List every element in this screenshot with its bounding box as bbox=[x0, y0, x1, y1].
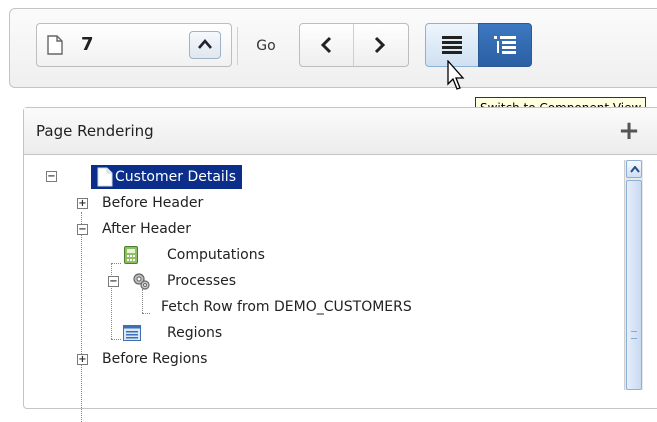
tree-node-label: After Header bbox=[102, 221, 192, 237]
page-designer-toolbar: 7 Go bbox=[9, 8, 657, 88]
page-icon bbox=[47, 35, 63, 59]
arrow-up-icon bbox=[630, 166, 640, 173]
collapse-icon[interactable]: − bbox=[77, 224, 88, 235]
chevron-left-icon bbox=[320, 36, 332, 54]
tree-node-processes[interactable]: − Processes bbox=[24, 269, 424, 293]
panel-title: Page Rendering bbox=[36, 122, 154, 140]
collapse-icon[interactable]: − bbox=[108, 276, 119, 287]
panel-header: Page Rendering + bbox=[24, 108, 657, 155]
plus-icon: + bbox=[618, 116, 640, 146]
tree-node-computations[interactable]: Computations bbox=[24, 243, 424, 267]
grip-icon bbox=[631, 331, 637, 339]
tree-scrollbar[interactable] bbox=[624, 160, 643, 390]
next-page-button[interactable] bbox=[354, 24, 407, 66]
scroll-thumb[interactable] bbox=[626, 180, 642, 390]
page-up-button[interactable] bbox=[189, 31, 221, 59]
page-selector: 7 Go bbox=[36, 23, 276, 67]
mouse-cursor-icon bbox=[447, 60, 465, 90]
expand-icon[interactable]: + bbox=[77, 354, 88, 365]
tree-node-root[interactable]: − Customer Details bbox=[24, 165, 324, 189]
page-icon bbox=[97, 167, 113, 187]
add-component-button[interactable]: + bbox=[609, 116, 649, 146]
component-tree-icon bbox=[494, 36, 516, 54]
tree-node-regions[interactable]: Regions bbox=[24, 321, 424, 345]
page-number-input[interactable]: 7 bbox=[81, 34, 94, 55]
tree-node-label: Before Regions bbox=[102, 351, 208, 367]
region-icon bbox=[123, 325, 141, 341]
component-tree: − Customer Details + Before Header − Aft… bbox=[24, 155, 624, 422]
page-rendering-panel: Page Rendering + − Customer Details + Be… bbox=[23, 107, 657, 422]
tree-node-before-header[interactable]: + Before Header bbox=[24, 191, 324, 215]
tree-node-label: Computations bbox=[167, 247, 265, 263]
tree-node-label: Fetch Row from DEMO_CUSTOMERS bbox=[161, 299, 412, 315]
tree-node-label: Customer Details bbox=[91, 165, 242, 189]
view-switcher bbox=[425, 23, 535, 67]
tree-node-label: Processes bbox=[167, 273, 237, 289]
go-button[interactable]: Go bbox=[237, 27, 294, 65]
tree-node-label: Regions bbox=[167, 325, 223, 341]
chevron-up-icon bbox=[198, 39, 212, 49]
chevron-right-icon bbox=[374, 36, 386, 54]
tree-node-fetch-row[interactable]: Fetch Row from DEMO_CUSTOMERS bbox=[24, 295, 524, 319]
gears-icon bbox=[133, 273, 150, 290]
calculator-icon bbox=[124, 246, 138, 264]
tree-node-after-header[interactable]: − After Header bbox=[24, 217, 324, 241]
tree-node-before-regions[interactable]: + Before Regions bbox=[24, 347, 324, 371]
tree-node-label: Before Header bbox=[102, 195, 204, 211]
previous-page-button[interactable] bbox=[300, 24, 354, 66]
expand-icon[interactable]: + bbox=[77, 198, 88, 209]
scroll-up-button[interactable] bbox=[626, 160, 642, 178]
collapse-icon[interactable]: − bbox=[46, 171, 57, 182]
page-navigation bbox=[299, 23, 409, 67]
component-view-button[interactable] bbox=[478, 23, 532, 67]
list-view-icon bbox=[442, 36, 462, 54]
